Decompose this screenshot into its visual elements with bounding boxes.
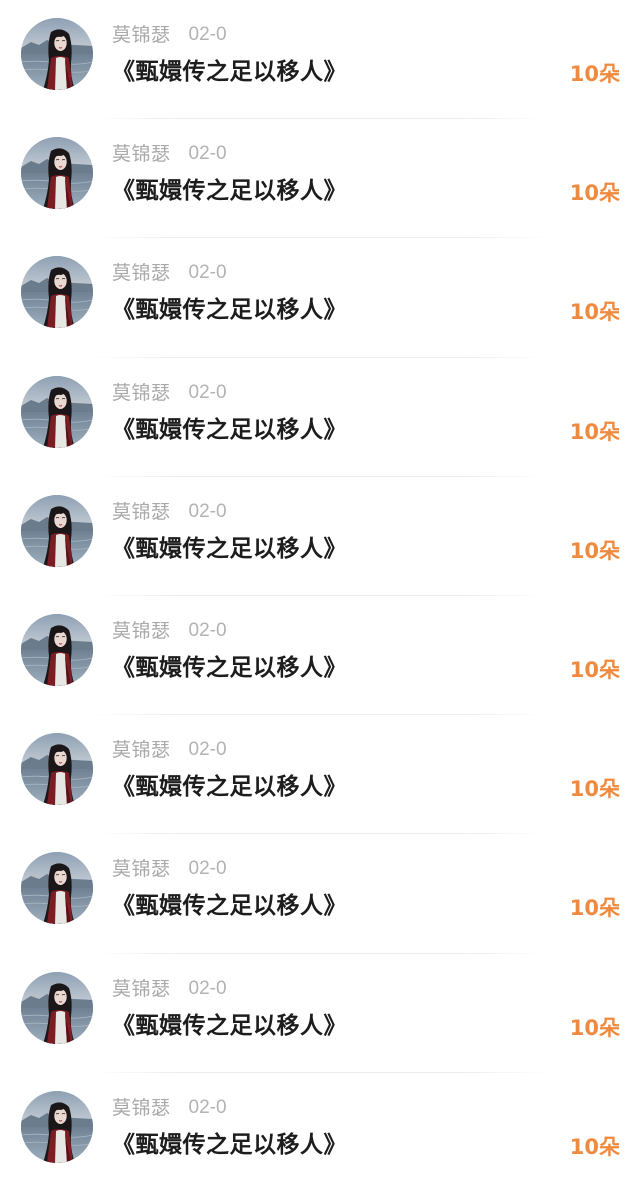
date-label: 02-0 [188, 262, 227, 284]
item-meta: 莫锦瑟 02-0 [112, 499, 227, 525]
work-title[interactable]: 《甄嬛传之足以移人》 [112, 890, 347, 922]
work-title[interactable]: 《甄嬛传之足以移人》 [112, 1129, 347, 1161]
list-item[interactable]: 莫锦瑟 02-0 《甄嬛传之足以移人》 10朵 [0, 238, 640, 358]
avatar[interactable] [21, 494, 93, 567]
avatar[interactable] [21, 137, 93, 210]
gift-count: 10朵 [569, 419, 620, 444]
avatar[interactable] [21, 18, 93, 90]
work-title[interactable]: 《甄嬛传之足以移人》 [112, 175, 347, 207]
username[interactable]: 莫锦瑟 [112, 22, 171, 48]
username[interactable]: 莫锦瑟 [112, 380, 171, 406]
work-title[interactable]: 《甄嬛传之足以移人》 [112, 294, 347, 326]
date-label: 02-0 [188, 977, 227, 999]
avatar-photo [21, 137, 93, 210]
avatar[interactable] [21, 256, 93, 329]
list-item[interactable]: 莫锦瑟 02-0 《甄嬛传之足以移人》 10朵 [0, 954, 640, 1073]
item-meta: 莫锦瑟 02-0 [112, 856, 227, 882]
item-meta: 莫锦瑟 02-0 [112, 141, 227, 167]
avatar[interactable] [21, 1090, 93, 1163]
gift-count: 10朵 [569, 300, 620, 325]
username[interactable]: 莫锦瑟 [112, 1095, 171, 1121]
avatar[interactable] [21, 613, 93, 686]
avatar[interactable] [21, 852, 93, 925]
avatar-photo [21, 18, 93, 90]
date-label: 02-0 [188, 739, 227, 761]
work-title[interactable]: 《甄嬛传之足以移人》 [112, 1010, 347, 1042]
date-label: 02-0 [188, 500, 227, 522]
username[interactable]: 莫锦瑟 [112, 856, 171, 882]
date-label: 02-0 [188, 24, 227, 45]
list-item[interactable]: 莫锦瑟 02-0 《甄嬛传之足以移人》 10朵 [0, 1073, 640, 1192]
username[interactable]: 莫锦瑟 [112, 260, 171, 286]
avatar-photo [21, 256, 93, 329]
item-meta: 莫锦瑟 02-0 [112, 380, 227, 406]
list-item[interactable]: 莫锦瑟 02-0 《甄嬛传之足以移人》 10朵 [0, 477, 640, 596]
work-title[interactable]: 《甄嬛传之足以移人》 [112, 414, 347, 446]
work-title[interactable]: 《甄嬛传之足以移人》 [112, 56, 347, 88]
username[interactable]: 莫锦瑟 [112, 618, 171, 644]
gift-count: 10朵 [569, 1134, 620, 1159]
gift-count: 10朵 [569, 657, 620, 682]
avatar[interactable] [21, 733, 93, 806]
list-item[interactable]: 莫锦瑟 02-0 《甄嬛传之足以移人》 10朵 [0, 119, 640, 239]
username[interactable]: 莫锦瑟 [112, 499, 171, 525]
item-meta: 莫锦瑟 02-0 [112, 976, 227, 1002]
gift-count: 10朵 [569, 1015, 620, 1040]
item-meta: 莫锦瑟 02-0 [112, 737, 227, 763]
username[interactable]: 莫锦瑟 [112, 141, 171, 167]
avatar-photo [21, 375, 93, 448]
list-item[interactable]: 莫锦瑟 02-0 《甄嬛传之足以移人》 10朵 [0, 596, 640, 716]
gift-count: 10朵 [569, 181, 620, 206]
work-title[interactable]: 《甄嬛传之足以移人》 [112, 771, 347, 803]
date-label: 02-0 [188, 1096, 227, 1118]
gift-count: 10朵 [569, 62, 620, 86]
work-title[interactable]: 《甄嬛传之足以移人》 [112, 652, 347, 684]
avatar[interactable] [21, 971, 93, 1044]
gift-count: 10朵 [569, 777, 620, 802]
list-item[interactable]: 莫锦瑟 02-0 《甄嬛传之足以移人》 10朵 [0, 834, 640, 954]
list-item[interactable]: 莫锦瑟 02-0 《甄嬛传之足以移人》 10朵 [0, 0, 640, 120]
username[interactable]: 莫锦瑟 [112, 976, 171, 1002]
avatar-photo [21, 852, 93, 925]
list-item[interactable]: 莫锦瑟 02-0 《甄嬛传之足以移人》 10朵 [0, 715, 640, 835]
list-item[interactable]: 莫锦瑟 02-0 《甄嬛传之足以移人》 10朵 [0, 358, 640, 477]
item-meta: 莫锦瑟 02-0 [112, 1095, 227, 1121]
username[interactable]: 莫锦瑟 [112, 737, 171, 763]
date-label: 02-0 [188, 143, 227, 165]
avatar-photo [21, 1090, 93, 1163]
avatar-photo [21, 494, 93, 567]
avatar-photo [21, 613, 93, 686]
gift-count: 10朵 [569, 896, 620, 921]
date-label: 02-0 [188, 381, 227, 403]
item-meta: 莫锦瑟 02-0 [112, 618, 227, 644]
date-label: 02-0 [188, 858, 227, 880]
item-meta: 莫锦瑟 02-0 [112, 260, 227, 286]
gift-count: 10朵 [569, 538, 620, 563]
avatar[interactable] [21, 375, 93, 448]
avatar-photo [21, 733, 93, 806]
avatar-photo [21, 971, 93, 1044]
gift-record-list: 莫锦瑟 02-0 《甄嬛传之足以移人》 10朵 莫锦瑟 02-0 《甄嬛传之足以… [0, 0, 640, 1180]
item-meta: 莫锦瑟 02-0 [112, 22, 227, 48]
date-label: 02-0 [188, 619, 227, 641]
work-title[interactable]: 《甄嬛传之足以移人》 [112, 533, 347, 565]
